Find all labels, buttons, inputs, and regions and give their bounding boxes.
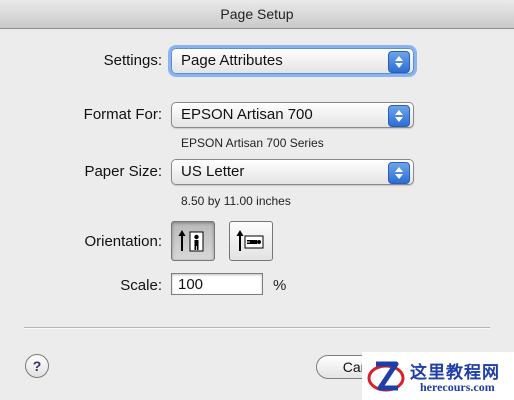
window-title: Page Setup <box>220 6 294 22</box>
title-bar[interactable]: Page Setup <box>0 0 514 29</box>
paper-size-description: 8.50 by 11.00 inches <box>181 194 291 208</box>
watermark-url-text: herecours.com <box>420 380 495 394</box>
settings-value: Page Attributes <box>181 52 283 69</box>
settings-label: Settings: <box>103 52 162 69</box>
landscape-icon <box>236 230 264 251</box>
scale-input[interactable] <box>171 273 263 295</box>
orientation-portrait-button[interactable] <box>171 221 215 261</box>
portrait-icon <box>178 230 204 252</box>
page-setup-dialog: Page Setup Settings: Page Attributes For… <box>0 0 514 400</box>
help-button[interactable]: ? <box>25 354 49 378</box>
updown-arrows-icon <box>388 162 410 184</box>
paper-size-popup[interactable]: US Letter <box>171 159 414 185</box>
scale-unit: % <box>273 277 287 294</box>
orientation-label: Orientation: <box>84 233 162 250</box>
format-label: Format For: <box>83 106 162 123</box>
orientation-landscape-button[interactable] <box>229 221 273 261</box>
settings-popup[interactable]: Page Attributes <box>171 48 414 74</box>
scale-label: Scale: <box>120 277 162 294</box>
z-logo-icon <box>367 361 405 392</box>
format-value: EPSON Artisan 700 <box>181 106 313 123</box>
paper-size-label: Paper Size: <box>84 163 162 180</box>
format-popup[interactable]: EPSON Artisan 700 <box>171 102 414 128</box>
paper-size-value: US Letter <box>181 163 245 180</box>
watermark-logo: 这里教程网 herecours.com <box>362 352 514 400</box>
format-description: EPSON Artisan 700 Series <box>181 136 324 150</box>
updown-arrows-icon <box>388 105 410 127</box>
updown-arrows-icon <box>388 51 410 73</box>
divider <box>24 327 490 329</box>
